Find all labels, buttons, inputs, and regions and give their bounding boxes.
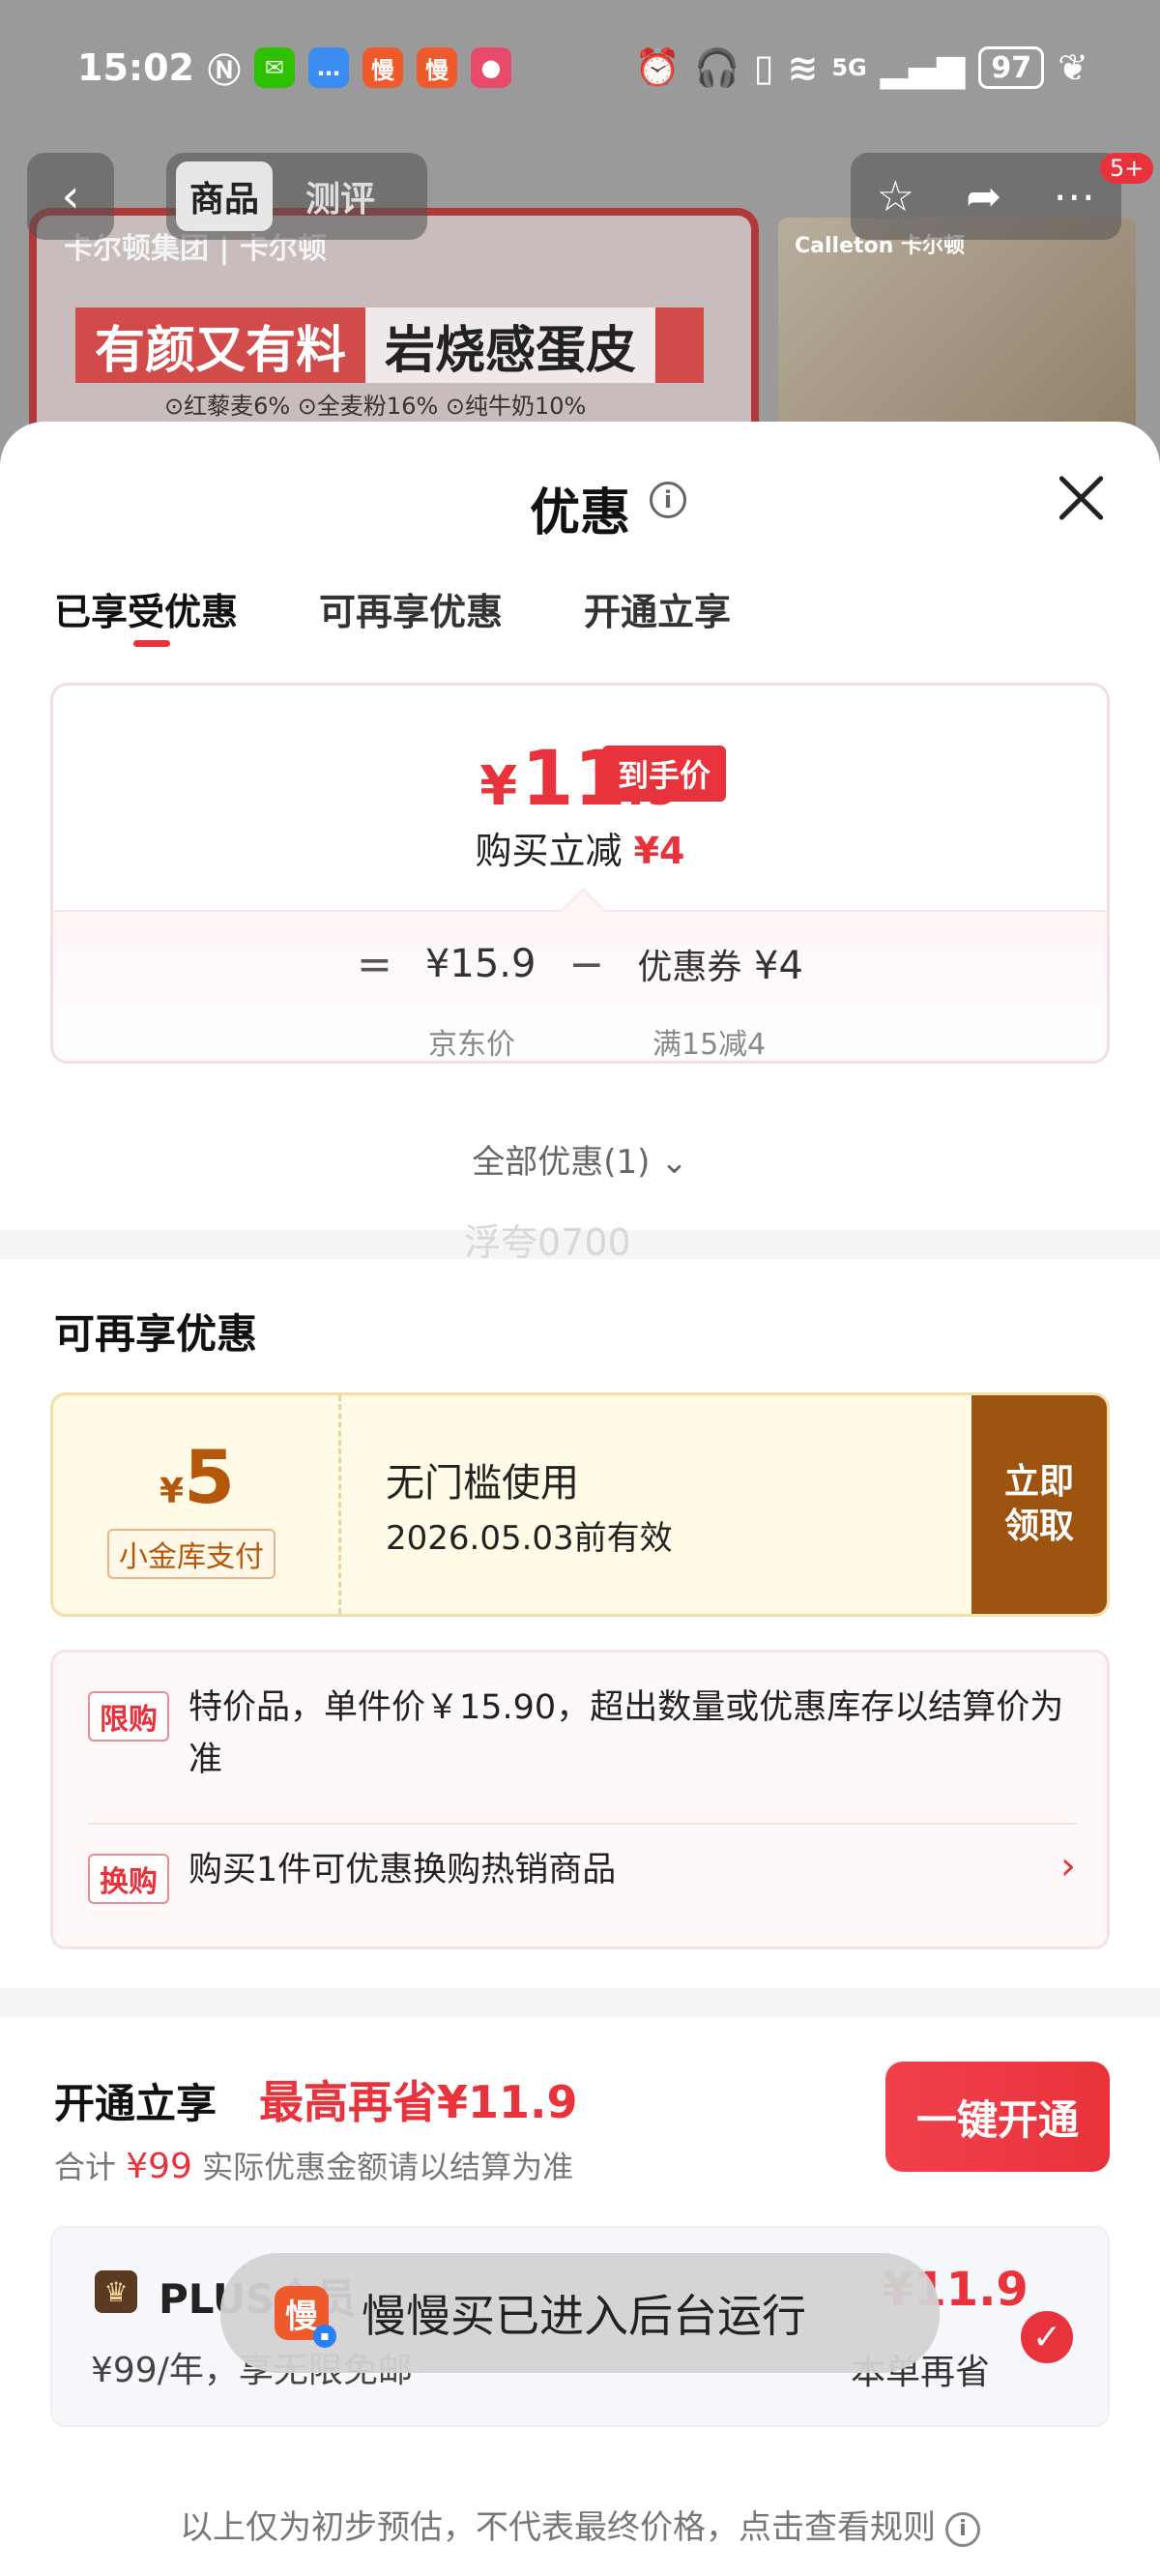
info-icon-small: i — [945, 2511, 980, 2547]
alarm-icon: ⏰ — [634, 45, 682, 89]
wechat-icon: ✉ — [253, 47, 295, 88]
crown-icon: ♛ — [95, 2270, 137, 2313]
battery-indicator: 97 — [978, 46, 1045, 89]
network-label: 5G — [831, 54, 867, 81]
plus-sub-suffix: 实际优惠金额请以结算为准 — [202, 2149, 574, 2185]
one-click-open-button[interactable]: 一键开通 — [885, 2062, 1110, 2172]
tab-product[interactable]: 商品 — [176, 161, 274, 231]
vibrate-icon: ▯ — [753, 46, 774, 89]
plus-sub-prefix: 合计 — [54, 2149, 117, 2185]
price-calculation: = ¥15.9 − 优惠券 ¥4 京东价 满15减4 — [53, 910, 1107, 1062]
nfc-icon: Ⓝ — [207, 51, 241, 91]
product-nav-tabs: 商品 测评 — [166, 153, 427, 240]
jd-price-label: 京东价 — [428, 1028, 515, 1062]
discount-tabs: 已享受优惠 可再享优惠 开通立享 — [54, 582, 731, 635]
minus-sign: − — [568, 939, 605, 989]
star-icon[interactable]: ☆ — [877, 172, 914, 221]
tab-more-discounts[interactable]: 可再享优惠 — [319, 582, 503, 635]
message-icon: … — [307, 47, 349, 88]
plus-subtitle: 合计 ¥99 实际优惠金额请以结算为准 — [54, 2143, 573, 2187]
final-price-card: ¥ 11 .9 到手价 购买立减 ¥4 = ¥15.9 − 优惠券 ¥4 京东价… — [50, 683, 1110, 1064]
coupon-rule-label: 满15减4 — [652, 1028, 767, 1062]
coupon-deduction: 优惠券 ¥4 — [637, 939, 803, 989]
coupon-amount-value: 5 — [184, 1434, 235, 1520]
coupon-amount: ¥4 — [754, 944, 803, 988]
close-button[interactable] — [1054, 470, 1108, 524]
headphones-icon: 🎧 — [694, 45, 740, 89]
manmanmai-icon: 慢 — [362, 47, 403, 88]
exchange-tag: 换购 — [88, 1854, 169, 1904]
claim-coupon-label: 立即 领取 — [1003, 1462, 1074, 1546]
watermark: 浮夸0700 — [464, 1221, 631, 1264]
equals-sign: = — [357, 939, 392, 989]
signal-icon: ▂▄▆ — [880, 46, 966, 89]
section-divider-2 — [0, 1988, 1160, 2017]
disclaimer-text: 以上仅为初步预估，不代表最终价格，点击查看规则 — [180, 2508, 936, 2547]
sheet-title: 优惠 — [529, 484, 630, 542]
coupon-validity: 2026.05.03前有效 — [386, 1519, 673, 1558]
toast-app-label: 慢 — [285, 2297, 318, 2336]
all-offers-label: 全部优惠(1) — [472, 1143, 651, 1182]
banner-slogan-right: 岩烧感蛋皮 — [365, 307, 656, 383]
nav-actions: ☆ ➦ ⋯ — [851, 153, 1121, 240]
back-button[interactable]: ‹ — [27, 153, 114, 240]
coupon-title: 无门槛使用 — [386, 1461, 579, 1506]
wifi-icon: ≋ — [787, 46, 819, 89]
banner-slogan-left: 有颜又有料 — [95, 321, 347, 380]
notification-badge: 5+ — [1100, 153, 1154, 184]
manmanmai-icon-2: 慢 — [416, 47, 457, 88]
purchase-rules-card: 限购 特价品，单件价￥15.90，超出数量或优惠库存以结算价为准 换购 购买1件… — [50, 1650, 1110, 1949]
final-price: ¥ 11 .9 — [53, 736, 1107, 823]
background-running-toast: 慢 ▪ 慢慢买已进入后台运行 — [220, 2253, 940, 2373]
more-discounts-title: 可再享优惠 — [54, 1310, 258, 1358]
manmanmai-app-icon: 慢 ▪ — [275, 2286, 336, 2348]
plus-section-title: 开通立享 — [54, 2080, 218, 2127]
share-icon[interactable]: ➦ — [966, 172, 1001, 221]
exchange-rule-text: 购买1件可优惠换购热销商品 — [188, 1851, 617, 1889]
plus-max-saving: 最高再省¥11.9 — [259, 2076, 578, 2128]
toast-message: 慢慢买已进入后台运行 — [362, 2290, 806, 2342]
banner-slogan: 有颜又有料 岩烧感蛋皮 — [75, 307, 704, 383]
limit-tag: 限购 — [88, 1691, 169, 1742]
chevron-down-icon: ⌄ — [660, 1143, 688, 1182]
final-price-tag: 到手价 — [602, 746, 727, 802]
plus-sub-amount: ¥99 — [126, 2147, 192, 2186]
disclaimer[interactable]: 以上仅为初步预估，不代表最终价格，点击查看规则 i — [0, 2501, 1160, 2548]
coupon-yen: ¥ — [160, 1472, 185, 1511]
status-time: 15:02 — [77, 46, 194, 89]
reduce-amount: ¥4 — [633, 830, 685, 872]
tab-enjoyed-discounts[interactable]: 已享受优惠 — [54, 582, 238, 635]
coupon-value: ¥5 小金库支付 — [53, 1395, 341, 1614]
jd-price: ¥15.9 — [424, 942, 536, 986]
price-reduction: 购买立减 ¥4 — [53, 821, 1107, 874]
rule-divider — [88, 1823, 1078, 1825]
coupon-label: 优惠券 — [637, 948, 742, 987]
tab-open-membership[interactable]: 开通立享 — [584, 582, 731, 635]
status-bar: 15:02 Ⓝ ✉ … 慢 慢 ● ⏰ 🎧 ▯ ≋ 5G ▂▄▆ 97 ❦ — [0, 0, 1160, 135]
info-icon[interactable]: i — [650, 482, 686, 518]
tab-review[interactable]: 测评 — [292, 161, 389, 231]
coupon-payment-type: 小金库支付 — [107, 1529, 276, 1579]
game-app-icon: ● — [470, 47, 511, 88]
chevron-right-icon: › — [1060, 1844, 1076, 1888]
more-icon[interactable]: ⋯ — [1053, 172, 1095, 221]
price-currency: ¥ — [479, 755, 518, 818]
mini-badge-icon: ▪ — [313, 2325, 336, 2348]
reduce-label: 购买立减 — [475, 830, 623, 872]
all-offers-toggle[interactable]: 全部优惠(1) ⌄ — [0, 1135, 1160, 1183]
limit-rule-text: 特价品，单件价￥15.90，超出数量或优惠库存以结算价为准 — [188, 1688, 1064, 1779]
claim-coupon-button[interactable]: 立即 领取 — [972, 1395, 1107, 1614]
banner-features: ⊙红藜麦6% ⊙全麦粉16% ⊙纯牛奶10% — [164, 393, 587, 420]
chevron-left-icon: ‹ — [61, 169, 80, 223]
active-tab-indicator — [133, 640, 170, 647]
checkmark-icon[interactable]: ✓ — [1021, 2311, 1073, 2363]
coupon-card: ¥5 小金库支付 无门槛使用 2026.05.03前有效 立即 领取 — [50, 1392, 1110, 1617]
leaf-icon: ❦ — [1058, 46, 1088, 89]
